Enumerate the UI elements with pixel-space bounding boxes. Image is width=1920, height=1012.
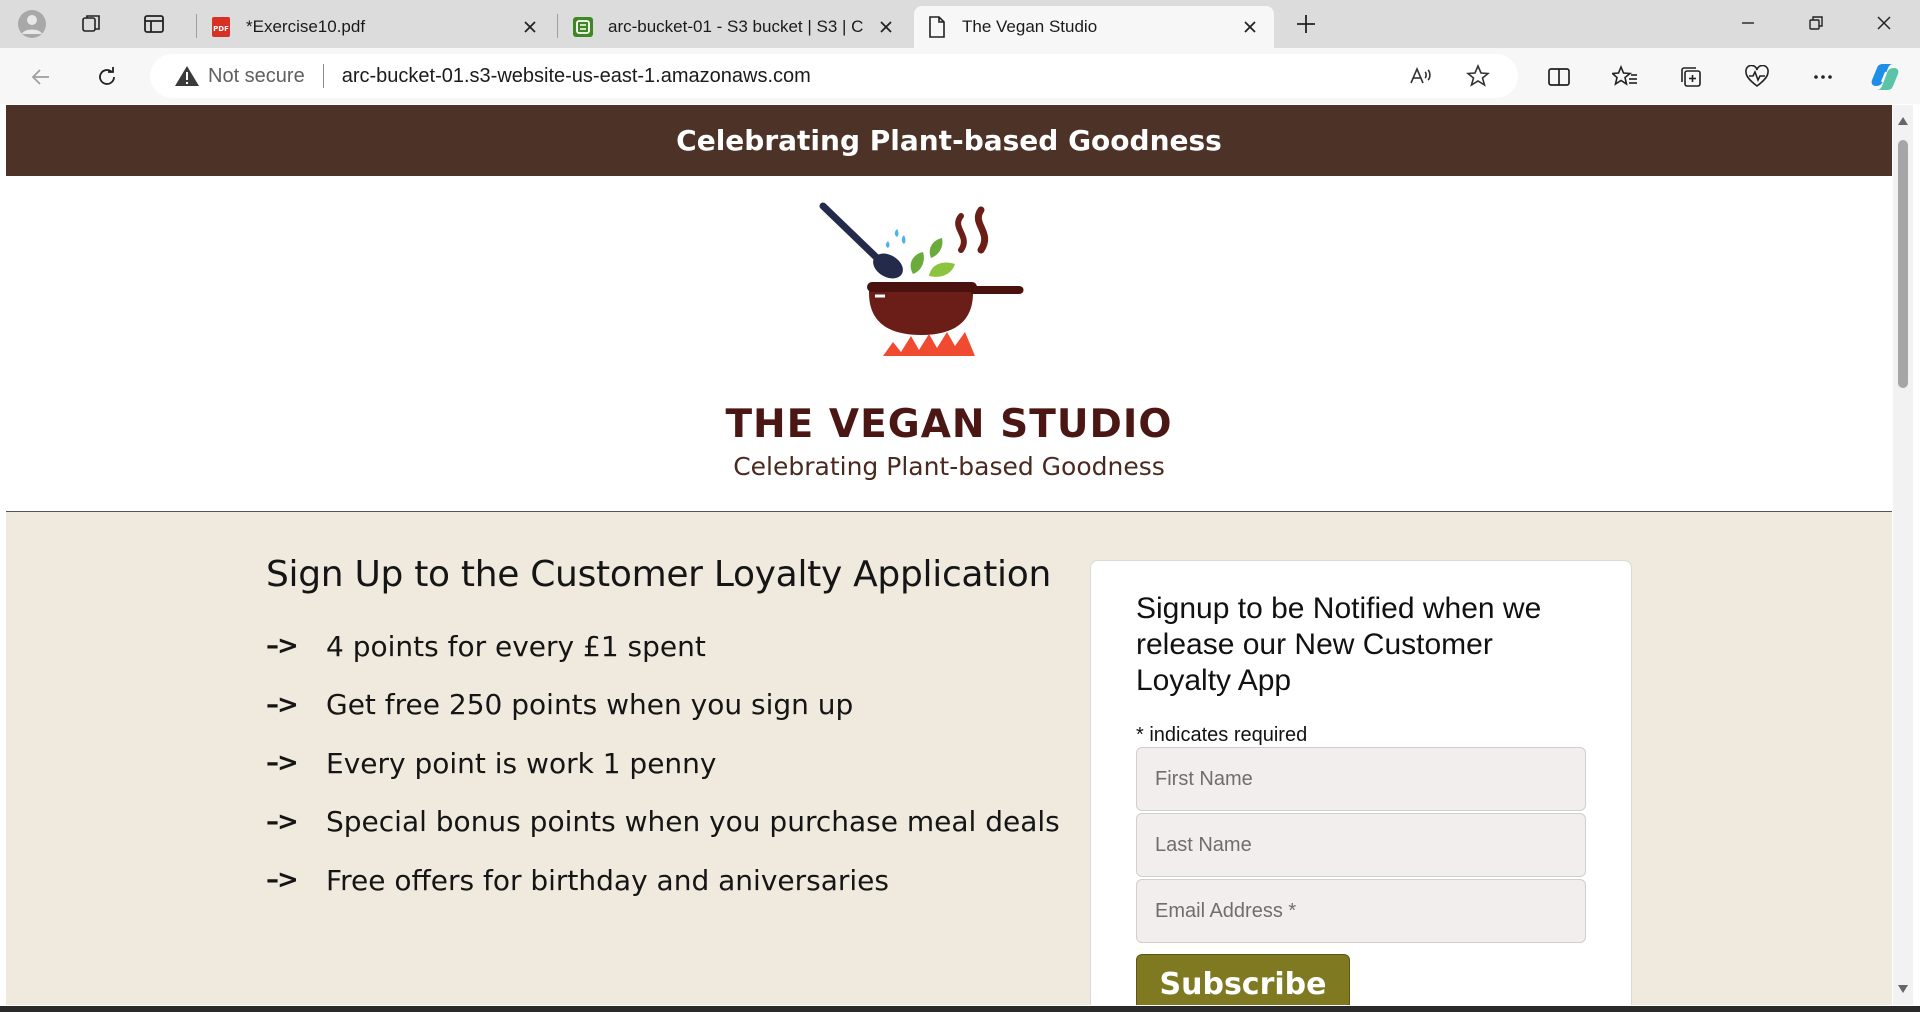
url-text[interactable]: arc-bucket-01.s3-website-us-east-1.amazo… [342, 65, 811, 88]
arrow-icon: –> [266, 631, 299, 662]
scroll-down-icon[interactable] [1897, 983, 1909, 995]
arrow-icon: –> [266, 806, 299, 837]
close-tab-icon[interactable] [518, 15, 542, 39]
benefit-text: Special bonus points when you purchase m… [326, 805, 1060, 839]
list-item: –> 4 points for every £1 spent [266, 617, 1066, 676]
loyalty-info: Sign Up to the Customer Loyalty Applicat… [266, 554, 1066, 910]
close-window-icon[interactable] [1850, 0, 1918, 46]
benefit-text: Get free 250 points when you sign up [326, 688, 854, 722]
favorites-icon[interactable] [1606, 58, 1644, 96]
scrollbar-thumb[interactable] [1898, 140, 1908, 388]
refresh-icon[interactable] [88, 58, 126, 96]
tab-exercise-pdf[interactable]: PDF *Exercise10.pdf [198, 6, 554, 48]
page-icon [926, 16, 948, 38]
signup-heading: Signup to be Notified when we release ou… [1136, 592, 1542, 697]
cooking-pot-logo-icon [819, 202, 1024, 356]
loyalty-heading: Sign Up to the Customer Loyalty Applicat… [266, 554, 1051, 595]
collections-icon[interactable] [1672, 58, 1710, 96]
tab-s3-bucket[interactable]: arc-bucket-01 - S3 bucket | S3 | C [560, 6, 910, 48]
subscribe-button[interactable]: Subscribe [1136, 954, 1350, 1005]
pdf-icon: PDF [210, 16, 232, 38]
read-aloud-icon[interactable] [1402, 58, 1438, 94]
close-tab-icon[interactable] [1238, 15, 1262, 39]
tab-title: arc-bucket-01 - S3 bucket | S3 | C [608, 17, 864, 36]
top-banner: Celebrating Plant-based Goodness [6, 105, 1892, 176]
address-bar[interactable]: Not secure arc-bucket-01.s3-website-us-e… [150, 54, 1518, 98]
loyalty-section: Sign Up to the Customer Loyalty Applicat… [6, 512, 1892, 1005]
workspaces-icon[interactable] [74, 6, 110, 42]
tab-vegan-studio[interactable]: The Vegan Studio [914, 6, 1274, 48]
window-bottom-edge [0, 1006, 1920, 1012]
last-name-field[interactable] [1136, 813, 1586, 877]
close-tab-icon[interactable] [874, 15, 898, 39]
signup-card: Signup to be Notified when we release ou… [1090, 560, 1632, 1005]
arrow-icon: –> [266, 865, 299, 896]
brand-subtitle: Celebrating Plant-based Goodness [733, 452, 1165, 481]
list-item: –> Get free 250 points when you sign up [266, 676, 1066, 735]
tab-title: *Exercise10.pdf [246, 17, 366, 36]
arrow-icon: –> [266, 748, 299, 779]
tab-title: The Vegan Studio [962, 17, 1098, 36]
required-note: * indicates required [1136, 724, 1308, 746]
benefits-list: –> 4 points for every £1 spent –> Get free… [266, 617, 1066, 910]
banner-text: Celebrating Plant-based Goodness [676, 124, 1222, 157]
benefit-text: 4 points for every £1 spent [326, 629, 706, 663]
tab-separator [557, 14, 558, 38]
list-item: –> Every point is work 1 penny [266, 734, 1066, 793]
email-field[interactable] [1136, 879, 1586, 943]
restore-icon[interactable] [1782, 0, 1850, 46]
brand-title: THE VEGAN STUDIO [725, 402, 1173, 447]
svg-text:PDF: PDF [213, 25, 229, 33]
s3-bucket-icon [572, 16, 594, 38]
minimize-icon[interactable] [1714, 0, 1782, 46]
warning-icon[interactable] [174, 63, 200, 89]
new-tab-icon[interactable] [1288, 6, 1324, 42]
vertical-tabs-icon[interactable] [136, 6, 172, 42]
first-name-field[interactable] [1136, 747, 1586, 811]
benefit-text: Free offers for birthday and aniversarie… [326, 863, 889, 897]
benefit-text: Every point is work 1 penny [326, 746, 717, 780]
browser-essentials-icon[interactable] [1738, 58, 1776, 96]
favorite-star-icon[interactable] [1460, 58, 1496, 94]
split-screen-icon[interactable] [1540, 58, 1578, 96]
arrow-icon: –> [266, 689, 299, 720]
copilot-icon[interactable] [1866, 58, 1904, 96]
tab-separator [196, 14, 197, 38]
profile-avatar-icon[interactable] [14, 6, 50, 42]
list-item: –> Special bonus points when you purchase… [266, 793, 1066, 852]
back-icon[interactable] [22, 58, 60, 96]
page-viewport: Celebrating Plant-based Goodness THE VEG… [6, 105, 1892, 1005]
browser-toolbar: Not secure arc-bucket-01.s3-website-us-e… [0, 48, 1920, 104]
tab-strip: PDF *Exercise10.pdf arc-bucket-01 - S3 b… [0, 0, 1920, 48]
security-label[interactable]: Not secure [208, 65, 305, 88]
list-item: –> Free offers for birthday and aniversar… [266, 851, 1066, 910]
scroll-up-icon[interactable] [1897, 115, 1909, 127]
page-scrollbar[interactable] [1893, 105, 1913, 1005]
logo-header: THE VEGAN STUDIO Celebrating Plant-based… [6, 176, 1892, 512]
address-separator [322, 64, 324, 88]
more-options-icon[interactable] [1804, 58, 1842, 96]
